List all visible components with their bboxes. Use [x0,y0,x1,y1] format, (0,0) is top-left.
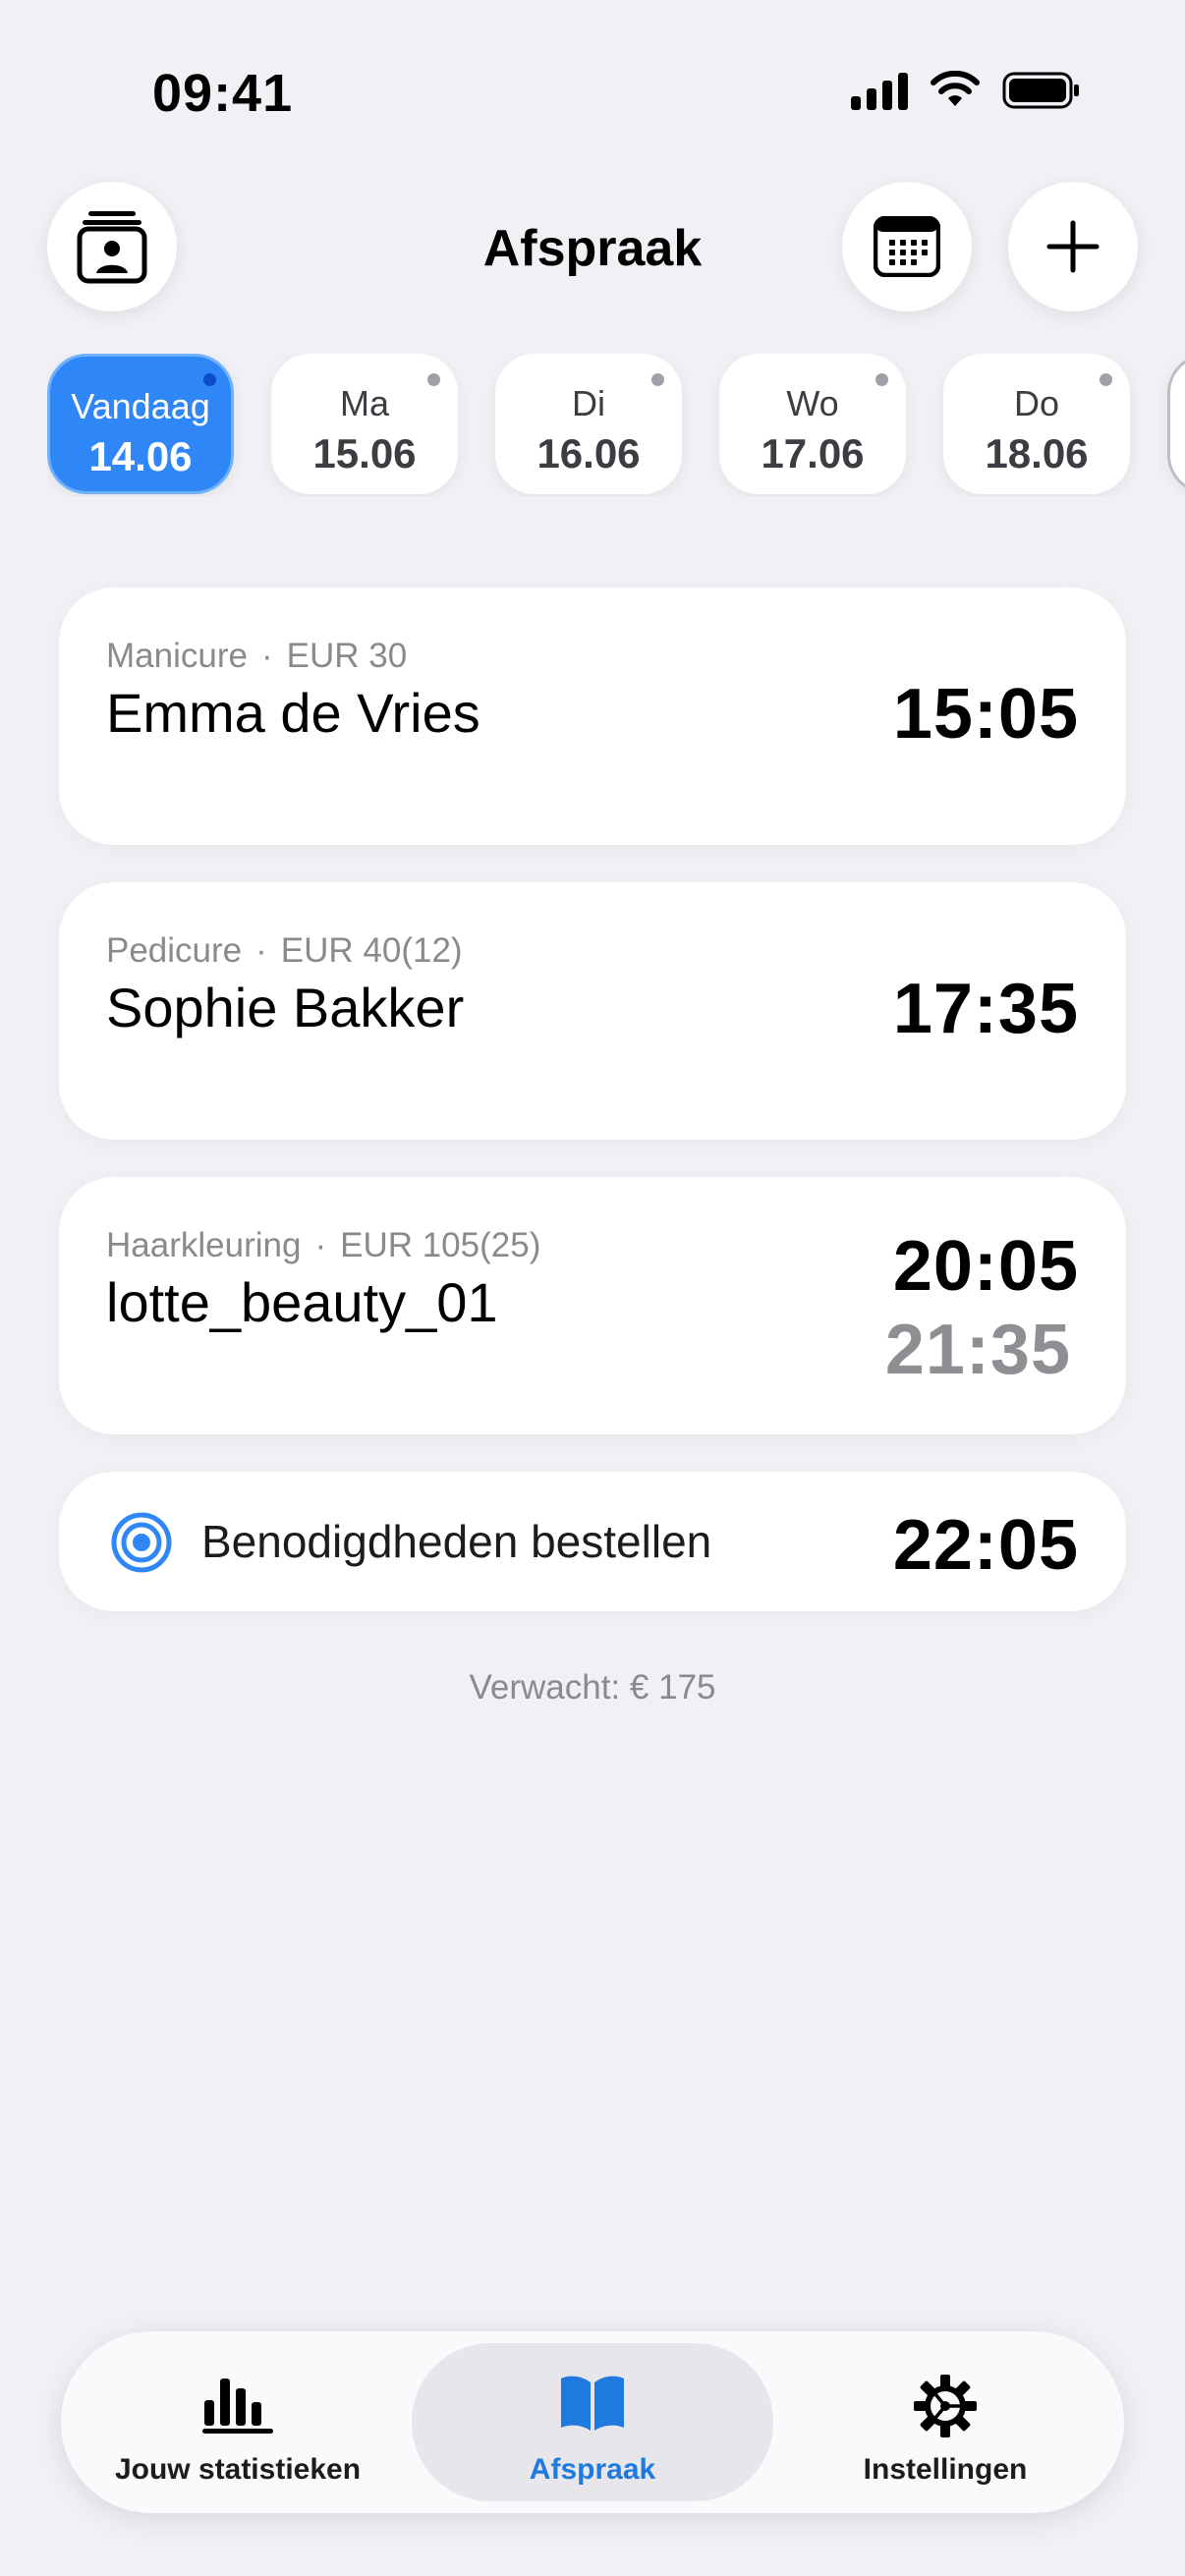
appointment-card[interactable]: Pedicure · EUR 40(12) Sophie Bakker 17:35 [59,882,1126,1140]
tab-appointments[interactable]: Afspraak [412,2343,773,2501]
task-card[interactable]: Benodigdheden bestellen 22:05 [59,1472,1126,1611]
start-time: 15:05 [892,675,1079,754]
day-date: 16.06 [536,430,641,476]
battery-icon [1002,72,1079,109]
date-pill-ma[interactable]: Ma 15.06 [271,354,458,494]
tab-label: Afspraak [529,2453,656,2486]
appointment-meta: Haarkleuring · EUR 105(25) [106,1226,540,1265]
end-time: 21:35 [884,1311,1071,1389]
service-price: EUR 40(12) [280,931,463,970]
tab-statistics[interactable]: Jouw statistieken [81,2343,395,2501]
service-price: EUR 30 [286,637,408,675]
service-name: Manicure [106,637,248,675]
tab-settings[interactable]: Instellingen [788,2343,1102,2501]
day-of-week: Di [572,383,605,423]
status-icons [851,71,1081,110]
book-icon [561,2376,624,2431]
tab-bar: Jouw statistieken Afspraak Instellingen [61,2331,1124,2513]
day-date: 15.06 [312,430,417,476]
bar-chart-icon [202,2379,273,2434]
status-time: 09:41 [152,64,294,123]
indicator-dot [203,373,216,386]
gear-icon [914,2375,977,2437]
separator-dot: · [314,1226,327,1264]
separator-dot: · [255,931,267,970]
header: Afspraak [0,182,1185,314]
date-pill-do[interactable]: Do 18.06 [943,354,1130,494]
day-date: 14.06 [88,433,193,479]
date-pill-wo[interactable]: Wo 17.06 [719,354,906,494]
wifi-icon [931,71,980,106]
service-price: EUR 105(25) [340,1226,541,1264]
status-bar: 09:41 [0,0,1185,187]
client-name: Emma de Vries [106,682,480,744]
cellular-signal-icon [851,71,908,110]
service-name: Pedicure [106,931,243,970]
appointment-card[interactable]: Manicure · EUR 30 Emma de Vries 15:05 [59,588,1126,845]
client-name: lotte_beauty_01 [106,1271,498,1333]
calendar-button[interactable] [842,182,972,311]
appointment-card[interactable]: Haarkleuring · EUR 105(25) lotte_beauty_01… [59,1177,1126,1434]
day-of-week: Wo [786,383,839,423]
day-date: 18.06 [985,430,1089,476]
start-time: 20:05 [892,1227,1079,1306]
appointment-meta: Manicure · EUR 30 [106,637,407,676]
appointment-meta: Pedicure · EUR 40(12) [106,931,463,971]
day-of-week: Vandaag [71,386,210,426]
separator-dot: · [260,637,273,675]
tab-label: Jouw statistieken [114,2453,362,2486]
task-label: Benodigdheden bestellen [201,1516,712,1567]
service-name: Haarkleuring [106,1226,302,1264]
day-of-week: Ma [339,383,389,423]
date-pill-today[interactable]: Vandaag 14.06 [47,354,234,494]
date-pill-next[interactable] [1167,354,1185,494]
date-strip: Vandaag 14.06 Ma 15.06 Di 16.06 Wo 17.06… [47,354,1185,496]
calendar-icon [874,216,940,277]
tab-label: Instellingen [863,2453,1028,2486]
add-appointment-button[interactable] [1008,182,1138,311]
expected-revenue: Verwacht: € 175 [469,1668,716,1707]
day-of-week: Do [1013,383,1060,423]
task-time: 22:05 [892,1506,1079,1585]
target-icon [111,1512,172,1573]
plus-icon [1046,220,1100,273]
start-time: 17:35 [892,970,1079,1048]
date-pill-di[interactable]: Di 16.06 [495,354,682,494]
client-name: Sophie Bakker [106,977,465,1038]
day-date: 17.06 [761,430,865,476]
